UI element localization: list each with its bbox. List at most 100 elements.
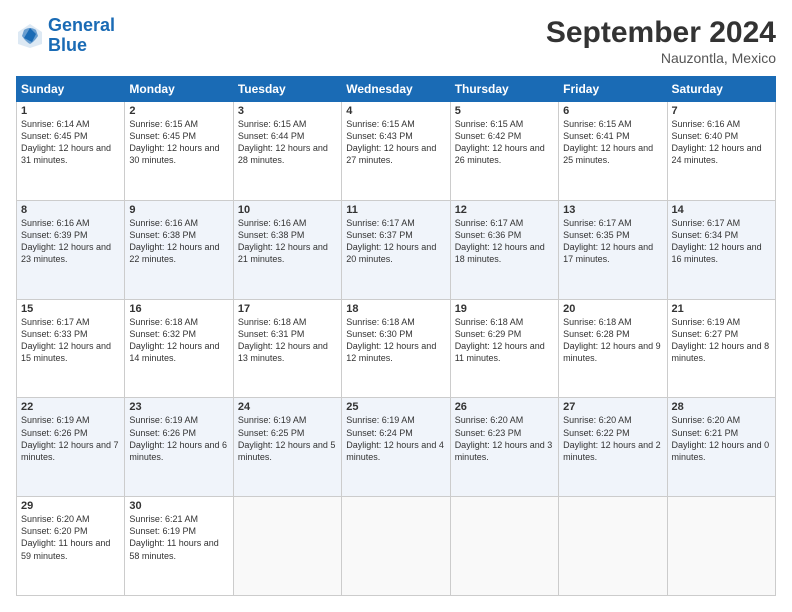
calendar-cell: 10 Sunrise: 6:16 AMSunset: 6:38 PMDaylig… (233, 200, 341, 299)
day-info: Sunrise: 6:15 AMSunset: 6:44 PMDaylight:… (238, 118, 337, 167)
day-info: Sunrise: 6:15 AMSunset: 6:43 PMDaylight:… (346, 118, 445, 167)
day-number: 3 (238, 105, 337, 117)
day-info: Sunrise: 6:16 AMSunset: 6:39 PMDaylight:… (21, 217, 120, 266)
calendar-col-header: Monday (125, 77, 233, 102)
day-number: 2 (129, 105, 228, 117)
calendar-cell: 1 Sunrise: 6:14 AMSunset: 6:45 PMDayligh… (17, 102, 125, 201)
month-title: September 2024 (546, 16, 776, 50)
calendar-col-header: Thursday (450, 77, 558, 102)
day-number: 1 (21, 105, 120, 117)
day-info: Sunrise: 6:19 AMSunset: 6:27 PMDaylight:… (672, 316, 771, 365)
calendar-cell (233, 497, 341, 596)
calendar-cell: 8 Sunrise: 6:16 AMSunset: 6:39 PMDayligh… (17, 200, 125, 299)
calendar-col-header: Sunday (17, 77, 125, 102)
calendar-cell (667, 497, 775, 596)
day-info: Sunrise: 6:18 AMSunset: 6:28 PMDaylight:… (563, 316, 662, 365)
calendar-cell: 20 Sunrise: 6:18 AMSunset: 6:28 PMDaylig… (559, 299, 667, 398)
calendar-cell: 19 Sunrise: 6:18 AMSunset: 6:29 PMDaylig… (450, 299, 558, 398)
day-number: 13 (563, 204, 662, 216)
calendar-col-header: Friday (559, 77, 667, 102)
day-info: Sunrise: 6:18 AMSunset: 6:31 PMDaylight:… (238, 316, 337, 365)
calendar-cell: 15 Sunrise: 6:17 AMSunset: 6:33 PMDaylig… (17, 299, 125, 398)
calendar-cell: 30 Sunrise: 6:21 AMSunset: 6:19 PMDaylig… (125, 497, 233, 596)
title-area: September 2024 Nauzontla, Mexico (546, 16, 776, 66)
day-number: 8 (21, 204, 120, 216)
day-info: Sunrise: 6:19 AMSunset: 6:26 PMDaylight:… (129, 414, 228, 463)
day-info: Sunrise: 6:15 AMSunset: 6:45 PMDaylight:… (129, 118, 228, 167)
calendar-cell (450, 497, 558, 596)
day-number: 4 (346, 105, 445, 117)
day-info: Sunrise: 6:18 AMSunset: 6:29 PMDaylight:… (455, 316, 554, 365)
calendar-cell: 7 Sunrise: 6:16 AMSunset: 6:40 PMDayligh… (667, 102, 775, 201)
day-number: 7 (672, 105, 771, 117)
calendar-col-header: Wednesday (342, 77, 450, 102)
calendar-cell (559, 497, 667, 596)
calendar-cell: 5 Sunrise: 6:15 AMSunset: 6:42 PMDayligh… (450, 102, 558, 201)
day-number: 14 (672, 204, 771, 216)
calendar-header-row: SundayMondayTuesdayWednesdayThursdayFrid… (17, 77, 776, 102)
location: Nauzontla, Mexico (546, 50, 776, 66)
calendar-cell: 6 Sunrise: 6:15 AMSunset: 6:41 PMDayligh… (559, 102, 667, 201)
day-number: 17 (238, 303, 337, 315)
day-info: Sunrise: 6:14 AMSunset: 6:45 PMDaylight:… (21, 118, 120, 167)
day-info: Sunrise: 6:18 AMSunset: 6:30 PMDaylight:… (346, 316, 445, 365)
day-number: 23 (129, 401, 228, 413)
day-info: Sunrise: 6:19 AMSunset: 6:26 PMDaylight:… (21, 414, 120, 463)
day-info: Sunrise: 6:19 AMSunset: 6:24 PMDaylight:… (346, 414, 445, 463)
day-info: Sunrise: 6:15 AMSunset: 6:41 PMDaylight:… (563, 118, 662, 167)
calendar-cell: 13 Sunrise: 6:17 AMSunset: 6:35 PMDaylig… (559, 200, 667, 299)
day-info: Sunrise: 6:20 AMSunset: 6:20 PMDaylight:… (21, 513, 120, 562)
calendar-cell: 2 Sunrise: 6:15 AMSunset: 6:45 PMDayligh… (125, 102, 233, 201)
day-number: 16 (129, 303, 228, 315)
calendar-cell: 18 Sunrise: 6:18 AMSunset: 6:30 PMDaylig… (342, 299, 450, 398)
day-number: 26 (455, 401, 554, 413)
day-number: 15 (21, 303, 120, 315)
logo: General Blue (16, 16, 115, 56)
calendar-cell: 28 Sunrise: 6:20 AMSunset: 6:21 PMDaylig… (667, 398, 775, 497)
calendar-cell: 14 Sunrise: 6:17 AMSunset: 6:34 PMDaylig… (667, 200, 775, 299)
day-info: Sunrise: 6:15 AMSunset: 6:42 PMDaylight:… (455, 118, 554, 167)
day-info: Sunrise: 6:17 AMSunset: 6:33 PMDaylight:… (21, 316, 120, 365)
day-number: 18 (346, 303, 445, 315)
calendar-week-row: 22 Sunrise: 6:19 AMSunset: 6:26 PMDaylig… (17, 398, 776, 497)
calendar-cell: 25 Sunrise: 6:19 AMSunset: 6:24 PMDaylig… (342, 398, 450, 497)
day-info: Sunrise: 6:20 AMSunset: 6:21 PMDaylight:… (672, 414, 771, 463)
calendar-cell: 11 Sunrise: 6:17 AMSunset: 6:37 PMDaylig… (342, 200, 450, 299)
calendar-cell: 17 Sunrise: 6:18 AMSunset: 6:31 PMDaylig… (233, 299, 341, 398)
calendar-cell: 29 Sunrise: 6:20 AMSunset: 6:20 PMDaylig… (17, 497, 125, 596)
day-number: 9 (129, 204, 228, 216)
calendar-cell: 23 Sunrise: 6:19 AMSunset: 6:26 PMDaylig… (125, 398, 233, 497)
calendar-table: SundayMondayTuesdayWednesdayThursdayFrid… (16, 76, 776, 596)
calendar-cell: 12 Sunrise: 6:17 AMSunset: 6:36 PMDaylig… (450, 200, 558, 299)
day-number: 27 (563, 401, 662, 413)
day-info: Sunrise: 6:17 AMSunset: 6:37 PMDaylight:… (346, 217, 445, 266)
day-number: 19 (455, 303, 554, 315)
day-info: Sunrise: 6:20 AMSunset: 6:22 PMDaylight:… (563, 414, 662, 463)
day-number: 24 (238, 401, 337, 413)
calendar-cell: 4 Sunrise: 6:15 AMSunset: 6:43 PMDayligh… (342, 102, 450, 201)
calendar-cell: 9 Sunrise: 6:16 AMSunset: 6:38 PMDayligh… (125, 200, 233, 299)
calendar-col-header: Tuesday (233, 77, 341, 102)
day-info: Sunrise: 6:17 AMSunset: 6:35 PMDaylight:… (563, 217, 662, 266)
calendar-cell: 21 Sunrise: 6:19 AMSunset: 6:27 PMDaylig… (667, 299, 775, 398)
calendar-cell: 27 Sunrise: 6:20 AMSunset: 6:22 PMDaylig… (559, 398, 667, 497)
logo-line1: General (48, 15, 115, 35)
day-info: Sunrise: 6:16 AMSunset: 6:38 PMDaylight:… (129, 217, 228, 266)
day-number: 11 (346, 204, 445, 216)
day-info: Sunrise: 6:16 AMSunset: 6:38 PMDaylight:… (238, 217, 337, 266)
day-info: Sunrise: 6:20 AMSunset: 6:23 PMDaylight:… (455, 414, 554, 463)
day-number: 5 (455, 105, 554, 117)
day-info: Sunrise: 6:19 AMSunset: 6:25 PMDaylight:… (238, 414, 337, 463)
day-info: Sunrise: 6:17 AMSunset: 6:34 PMDaylight:… (672, 217, 771, 266)
day-number: 6 (563, 105, 662, 117)
calendar-col-header: Saturday (667, 77, 775, 102)
day-number: 20 (563, 303, 662, 315)
day-number: 12 (455, 204, 554, 216)
day-number: 10 (238, 204, 337, 216)
calendar-cell (342, 497, 450, 596)
day-number: 22 (21, 401, 120, 413)
calendar-cell: 22 Sunrise: 6:19 AMSunset: 6:26 PMDaylig… (17, 398, 125, 497)
calendar-week-row: 29 Sunrise: 6:20 AMSunset: 6:20 PMDaylig… (17, 497, 776, 596)
calendar-cell: 24 Sunrise: 6:19 AMSunset: 6:25 PMDaylig… (233, 398, 341, 497)
day-number: 21 (672, 303, 771, 315)
